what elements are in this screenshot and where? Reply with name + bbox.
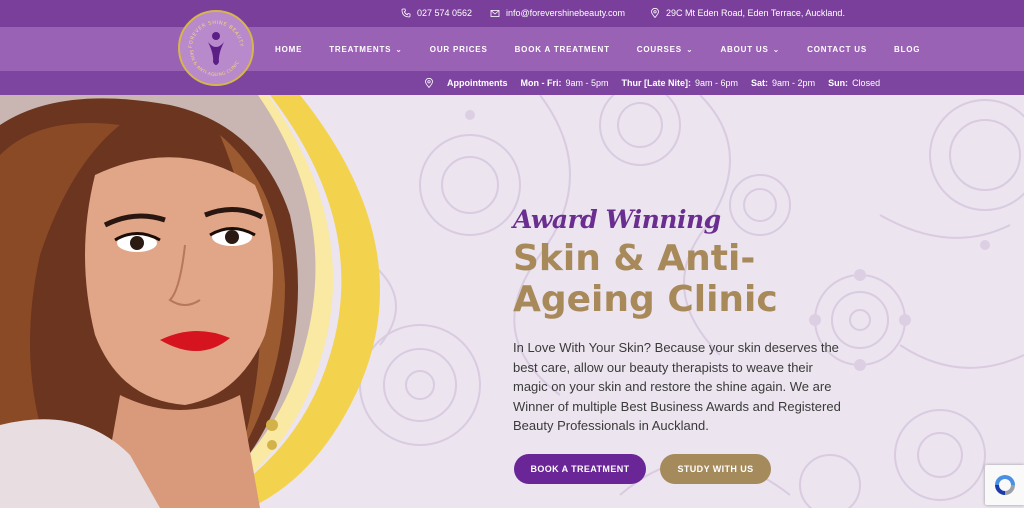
nav-label: BOOK A TREATMENT	[514, 44, 610, 54]
hours-day-thursday: Thur [Late Nite]:	[621, 78, 692, 88]
nav-item-book-a-treatment[interactable]: BOOK A TREATMENT	[515, 45, 610, 54]
nav-item-home[interactable]: HOME	[275, 45, 302, 54]
top-contact-bar: 027 574 0562 info@forevershinebeauty.com…	[0, 0, 1024, 27]
logo-emblem: FOREVER SHINE BEAUTY SKIN & ANTI-AGEING …	[188, 20, 244, 78]
address-text: 29C Mt Eden Road, Eden Terrace, Auckland…	[666, 8, 845, 18]
nav-label: OUR PRICES	[429, 44, 488, 54]
chevron-down-icon: ⌄	[772, 44, 781, 54]
nav-item-treatments[interactable]: TREATMENTS ⌄	[329, 45, 403, 54]
nav-item-contact-us[interactable]: CONTACT US	[807, 45, 867, 54]
nav-label: TREATMENTS	[329, 44, 392, 54]
hero-text-block: Award Winning Skin & Anti- Ageing Clinic…	[513, 205, 873, 436]
chevron-down-icon: ⌄	[395, 44, 403, 54]
nav-menu: HOME TREATMENTS ⌄ OUR PRICES BOOK A TREAT…	[275, 27, 947, 71]
email-contact[interactable]: info@forevershinebeauty.com	[490, 8, 625, 18]
appointments-label: Appointments	[447, 78, 508, 88]
email-text: info@forevershinebeauty.com	[506, 8, 626, 18]
hours-sunday: Closed	[852, 78, 881, 88]
phone-contact[interactable]: 027 574 0562	[401, 8, 472, 18]
main-navbar: HOME TREATMENTS ⌄ OUR PRICES BOOK A TREAT…	[0, 27, 1024, 71]
location-pin-icon	[425, 78, 433, 88]
headline-line-1: Skin & Anti-	[513, 238, 756, 279]
phone-icon	[401, 8, 411, 18]
award-winning-title: Award Winning	[513, 205, 721, 234]
hero-description: In Love With Your Skin? Because your ski…	[513, 340, 841, 433]
appointments-hours: Appointments Mon - Fri: 9am - 5pm Thur […	[424, 78, 880, 88]
nav-item-about-us[interactable]: ABOUT US ⌄	[720, 45, 780, 54]
study-with-us-button[interactable]: STUDY WITH US	[660, 454, 771, 484]
hero-headline: Skin & Anti- Ageing Clinic	[513, 238, 873, 320]
recaptcha-badge[interactable]	[985, 465, 1024, 505]
chevron-down-icon: ⌄	[685, 44, 694, 54]
hours-day-sunday: Sun:	[828, 78, 849, 88]
headline-line-2: Ageing Clinic	[513, 279, 778, 320]
nav-label: COURSES	[636, 44, 682, 54]
mail-icon	[490, 10, 500, 17]
hours-weekday: 9am - 5pm	[565, 78, 609, 88]
hours-day-weekday: Mon - Fri:	[520, 78, 562, 88]
hours-day-saturday: Sat:	[751, 78, 769, 88]
nav-label: CONTACT US	[807, 44, 868, 54]
location-pin-icon	[651, 8, 659, 18]
nav-item-our-prices[interactable]: OUR PRICES	[430, 45, 488, 54]
book-treatment-button[interactable]: BOOK A TREATMENT	[514, 454, 646, 484]
nav-label: ABOUT US	[720, 44, 769, 54]
address-contact[interactable]: 29C Mt Eden Road, Eden Terrace, Auckland…	[650, 8, 845, 18]
nav-item-courses[interactable]: COURSES ⌄	[637, 45, 694, 54]
hours-thursday: 9am - 6pm	[695, 78, 739, 88]
nav-item-blog[interactable]: BLOG	[894, 45, 920, 54]
recaptcha-icon	[994, 475, 1015, 495]
nav-label: HOME	[275, 44, 303, 54]
hours-saturday: 9am - 2pm	[772, 78, 816, 88]
hero-section: Award Winning Skin & Anti- Ageing Clinic…	[0, 95, 1024, 508]
portrait-image	[0, 95, 380, 508]
nav-label: BLOG	[894, 44, 921, 54]
phone-text: 027 574 0562	[417, 8, 473, 18]
site-logo[interactable]: FOREVER SHINE BEAUTY SKIN & ANTI-AGEING …	[178, 10, 254, 86]
appointments-bar: Appointments Mon - Fri: 9am - 5pm Thur […	[0, 71, 1024, 95]
